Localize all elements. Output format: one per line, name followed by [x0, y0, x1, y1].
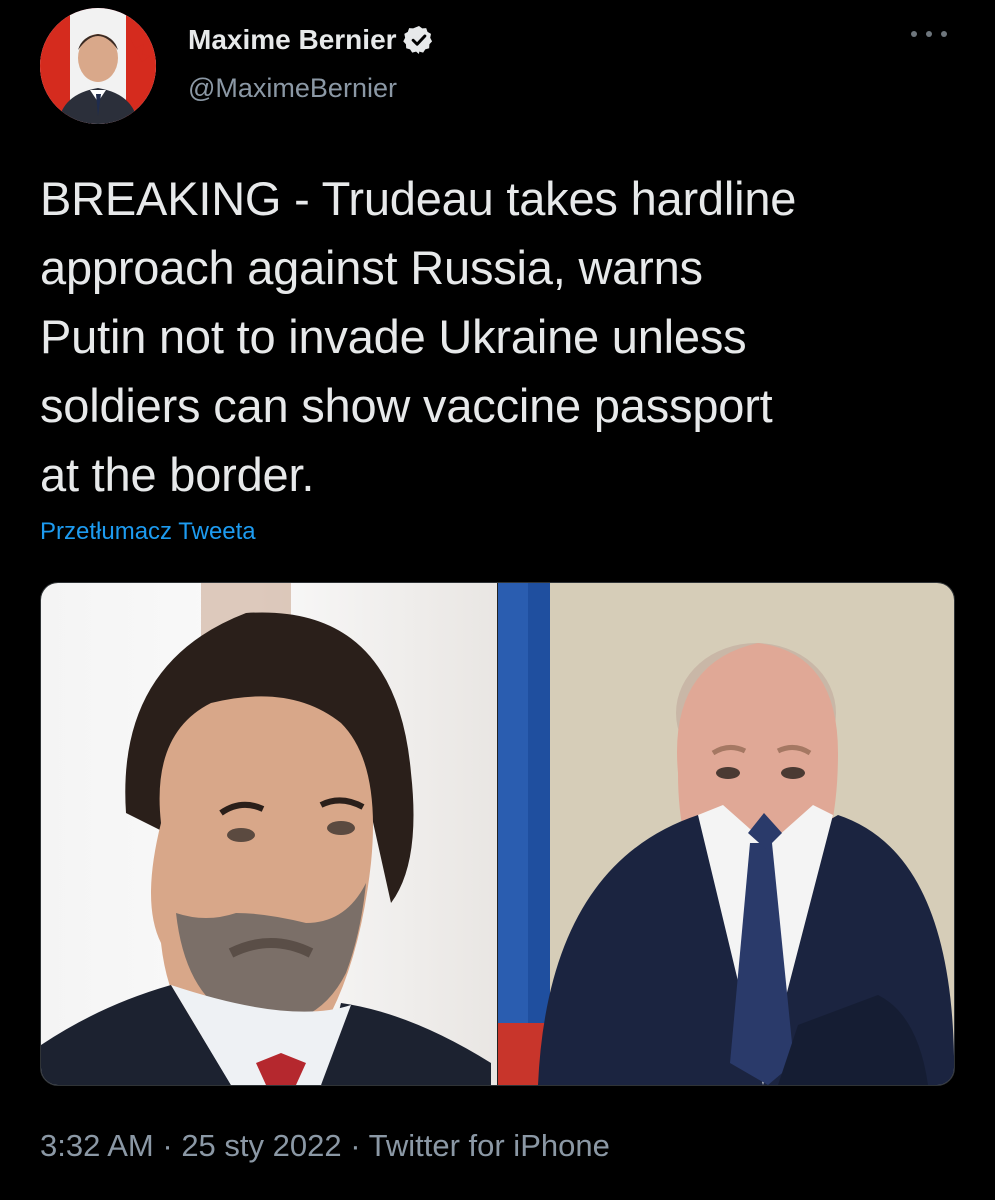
meta-separator: ·	[341, 1128, 369, 1163]
tweet-source[interactable]: Twitter for iPhone	[369, 1128, 610, 1163]
meta-separator: ·	[153, 1128, 182, 1163]
translate-tweet-link[interactable]: Przetłumacz Tweeta	[40, 516, 256, 548]
tweet: Maxime Bernier @MaximeBernier BREAKING -…	[0, 0, 995, 1200]
tweet-text: BREAKING - Trudeau takes hardline approa…	[40, 172, 797, 501]
author-name[interactable]: Maxime Bernier	[188, 22, 397, 58]
author-handle[interactable]: @MaximeBernier	[188, 70, 397, 106]
tweet-meta: 3:32 AM · 25 sty 2022 · Twitter for iPho…	[40, 1124, 610, 1168]
tweet-time[interactable]: 3:32 AM	[40, 1128, 154, 1163]
author-avatar[interactable]	[40, 8, 156, 124]
tweet-media[interactable]	[40, 582, 955, 1086]
dot	[941, 31, 947, 37]
dot	[926, 31, 932, 37]
media-photo-left[interactable]	[41, 583, 497, 1085]
dot	[911, 31, 917, 37]
author-name-row[interactable]: Maxime Bernier	[188, 22, 435, 58]
more-options-icon[interactable]	[911, 22, 947, 46]
tweet-date[interactable]: 25 sty 2022	[181, 1128, 341, 1163]
media-photo-right[interactable]	[498, 583, 954, 1085]
verified-badge-icon	[402, 24, 435, 56]
